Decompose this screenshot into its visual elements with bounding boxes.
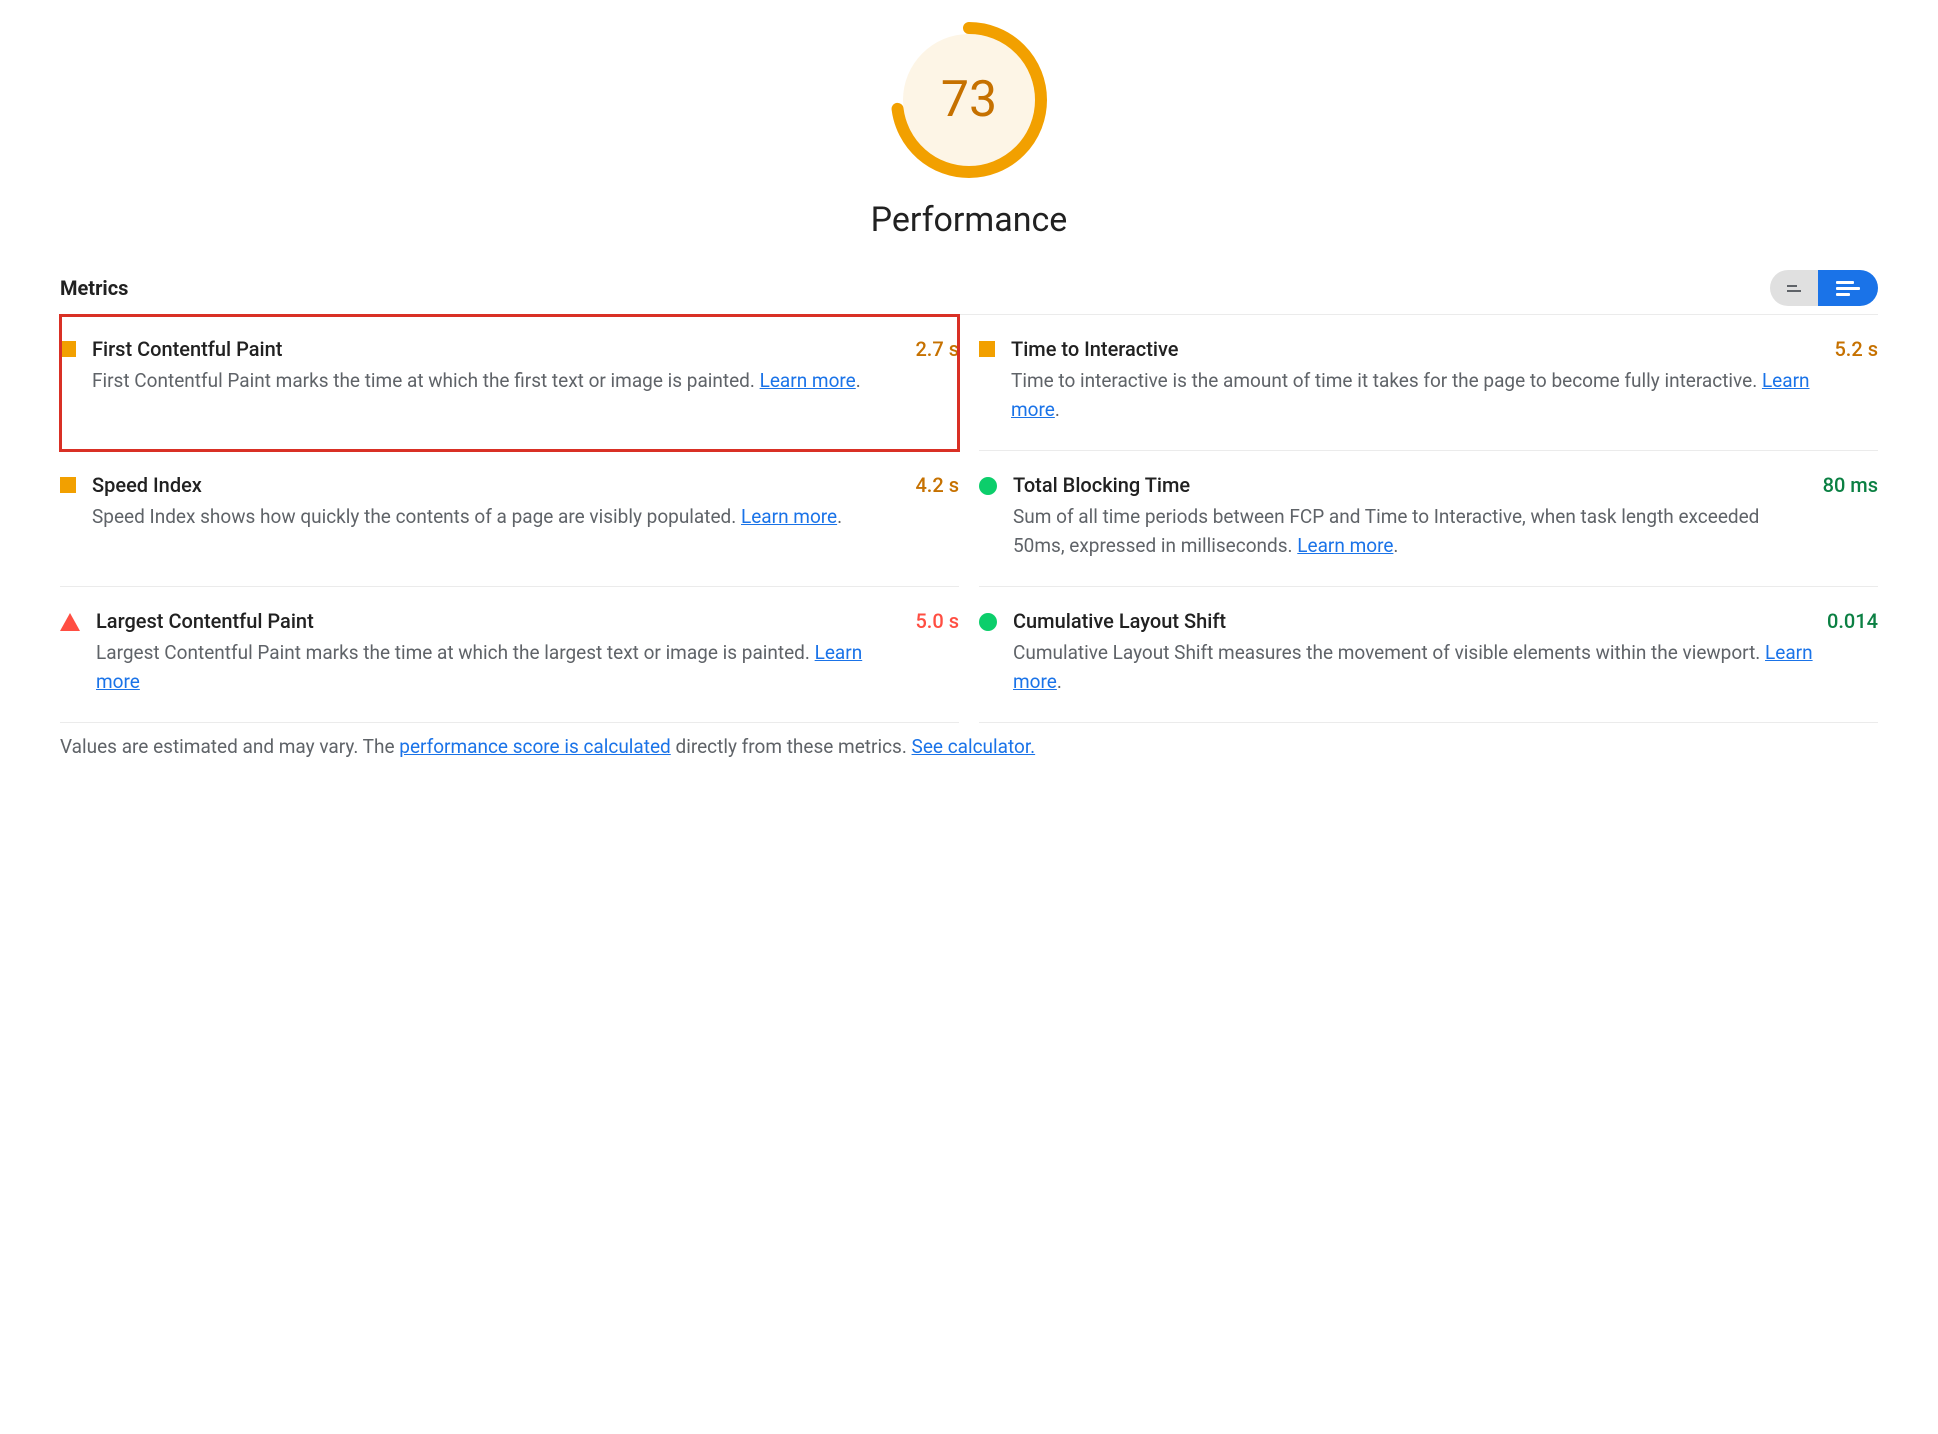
metric-body: Cumulative Layout Shift Cumulative Layout…	[1013, 609, 1817, 696]
metric-description: Time to interactive is the amount of tim…	[1011, 367, 1824, 424]
metrics-heading: Metrics	[60, 276, 128, 300]
metric-value: 2.7 s	[915, 337, 959, 424]
metrics-grid: First Contentful Paint First Contentful P…	[60, 315, 1878, 723]
metric-desc-text: Speed Index shows how quickly the conten…	[92, 505, 741, 528]
metric-desc-text: First Contentful Paint marks the time at…	[92, 369, 760, 392]
status-square-icon	[60, 477, 76, 493]
status-square-icon	[60, 341, 76, 357]
metric-card: First Contentful Paint First Contentful P…	[60, 315, 959, 451]
metric-card: Time to Interactive Time to interactive i…	[979, 315, 1878, 451]
metric-desc-text: Largest Contentful Paint marks the time …	[96, 641, 815, 664]
metric-title: First Contentful Paint	[92, 337, 905, 361]
metric-description: Cumulative Layout Shift measures the mov…	[1013, 639, 1817, 696]
metric-title: Total Blocking Time	[1013, 473, 1813, 497]
metric-title: Largest Contentful Paint	[96, 609, 905, 633]
metric-body: Speed Index Speed Index shows how quickly…	[92, 473, 905, 560]
metric-card: Largest Contentful Paint Largest Contentf…	[60, 587, 959, 723]
metric-body: Largest Contentful Paint Largest Contentf…	[96, 609, 905, 696]
collapse-icon	[1787, 285, 1801, 292]
metric-card: Total Blocking Time Sum of all time perio…	[979, 451, 1878, 587]
learn-more-link[interactable]: Learn more	[1297, 534, 1393, 557]
metric-description: Sum of all time periods between FCP and …	[1013, 503, 1813, 560]
score-value: 73	[889, 20, 1049, 180]
footer-mid: directly from these metrics.	[675, 735, 911, 758]
learn-more-period: .	[1057, 670, 1062, 693]
metric-value: 5.0 s	[915, 609, 959, 696]
collapse-view-button[interactable]	[1770, 270, 1818, 306]
metric-body: Total Blocking Time Sum of all time perio…	[1013, 473, 1813, 560]
metric-value: 80 ms	[1823, 473, 1878, 560]
learn-more-link[interactable]: Learn more	[741, 505, 837, 528]
see-calculator-link[interactable]: See calculator.	[912, 735, 1036, 758]
view-toggle	[1770, 270, 1878, 306]
status-triangle-icon	[60, 613, 80, 631]
footer-prefix: Values are estimated and may vary. The	[60, 735, 399, 758]
metric-card: Cumulative Layout Shift Cumulative Layout…	[979, 587, 1878, 723]
learn-more-period: .	[856, 369, 861, 392]
metric-title: Cumulative Layout Shift	[1013, 609, 1817, 633]
metric-title: Speed Index	[92, 473, 905, 497]
learn-more-period: .	[837, 505, 842, 528]
metric-body: Time to Interactive Time to interactive i…	[1011, 337, 1824, 424]
metric-body: First Contentful Paint First Contentful P…	[92, 337, 905, 424]
metric-desc-text: Time to interactive is the amount of tim…	[1011, 369, 1762, 392]
learn-more-period: .	[1055, 398, 1060, 421]
metric-title: Time to Interactive	[1011, 337, 1824, 361]
metric-value: 0.014	[1827, 609, 1878, 696]
score-gauge: 73	[889, 20, 1049, 180]
learn-more-link[interactable]: Learn more	[760, 369, 856, 392]
expand-icon	[1836, 281, 1860, 296]
footer-note: Values are estimated and may vary. The p…	[60, 735, 1878, 758]
expand-view-button[interactable]	[1818, 270, 1878, 306]
performance-calc-link[interactable]: performance score is calculated	[399, 735, 670, 758]
metric-description: First Contentful Paint marks the time at…	[92, 367, 905, 396]
metric-description: Largest Contentful Paint marks the time …	[96, 639, 905, 696]
learn-more-period: .	[1393, 534, 1398, 557]
gauge-title: Performance	[871, 200, 1068, 240]
status-square-icon	[979, 341, 995, 357]
metrics-header: Metrics	[60, 270, 1878, 315]
status-circle-icon	[979, 613, 997, 631]
metric-desc-text: Cumulative Layout Shift measures the mov…	[1013, 641, 1765, 664]
metric-description: Speed Index shows how quickly the conten…	[92, 503, 905, 532]
status-circle-icon	[979, 477, 997, 495]
metric-value: 5.2 s	[1834, 337, 1878, 424]
metric-card: Speed Index Speed Index shows how quickly…	[60, 451, 959, 587]
metric-value: 4.2 s	[915, 473, 959, 560]
performance-gauge-section: 73 Performance	[60, 20, 1878, 240]
